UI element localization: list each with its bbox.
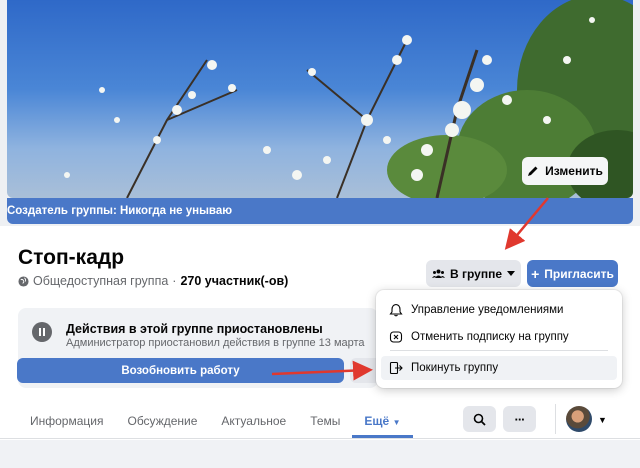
tab-info[interactable]: Информация [18, 402, 115, 438]
leave-icon [389, 361, 403, 375]
feed-background [0, 440, 640, 468]
unfollow-icon [389, 331, 403, 343]
menu-item-label: Отменить подписку на группу [411, 331, 569, 343]
member-count[interactable]: 270 участник(-ов) [180, 274, 288, 288]
tab-more[interactable]: Ещё ▼ [352, 402, 413, 438]
globe-icon [18, 275, 29, 287]
group-meta: Общедоступная группа · 270 участник(-ов) [18, 274, 288, 288]
pencil-icon [528, 166, 538, 176]
paused-description: Администратор приостановил действия в гр… [66, 337, 365, 349]
menu-divider [390, 350, 608, 351]
in-group-button[interactable]: В группе [426, 260, 521, 287]
cover-area: Создатель группы: Никогда не унываю Изме… [0, 0, 640, 226]
group-privacy[interactable]: Общедоступная группа [33, 274, 168, 288]
tab-discussion[interactable]: Обсуждение [115, 402, 209, 438]
tab-featured[interactable]: Актуальное [209, 402, 298, 438]
meta-separator: · [172, 274, 177, 288]
group-tabs: Информация Обсуждение Актуальное Темы Ещ… [18, 402, 413, 438]
menu-item-unfollow[interactable]: Отменить подписку на группу [381, 325, 617, 349]
chevron-down-icon[interactable]: ▼ [598, 415, 607, 425]
caret-down-icon: ▼ [392, 418, 401, 427]
more-dots-icon: ··· [514, 411, 526, 427]
menu-item-notifications[interactable]: Управление уведомлениями [381, 298, 617, 322]
menu-item-leave-group[interactable]: Покинуть группу [381, 356, 617, 380]
pause-icon [32, 322, 52, 342]
search-icon [473, 413, 486, 426]
more-options-button[interactable]: ··· [503, 406, 536, 432]
paused-title: Действия в этой группе приостановлены [66, 322, 323, 336]
group-actions-menu: Управление уведомлениями Отменить подпис… [376, 290, 622, 388]
resume-label: Возобновить работу [121, 364, 240, 377]
chevron-down-icon [507, 271, 515, 276]
menu-item-label: Покинуть группу [411, 362, 499, 374]
tab-divider [0, 438, 640, 439]
plus-icon: + [531, 265, 540, 282]
edit-cover-button[interactable]: Изменить [522, 157, 608, 185]
in-group-label: В группе [449, 266, 502, 281]
secondary-notice-button[interactable] [350, 358, 378, 383]
invite-button[interactable]: + Пригласить [527, 260, 618, 287]
tab-more-label: Ещё [364, 414, 390, 428]
search-button[interactable] [463, 406, 496, 432]
tab-topics[interactable]: Темы [298, 402, 352, 438]
menu-item-label: Управление уведомлениями [411, 304, 564, 316]
page-title: Стоп-кадр [18, 246, 125, 269]
toolbar-divider [555, 404, 556, 434]
group-creator-text: Создатель группы: Никогда не унываю [7, 205, 233, 217]
group-creator-bar[interactable]: Создатель группы: Никогда не унываю [7, 198, 633, 224]
avatar[interactable] [566, 406, 592, 432]
bell-icon [389, 303, 403, 317]
resume-button[interactable]: Возобновить работу [17, 358, 344, 383]
members-icon [431, 269, 445, 278]
edit-cover-label: Изменить [545, 164, 603, 178]
invite-label: Пригласить [544, 266, 614, 281]
